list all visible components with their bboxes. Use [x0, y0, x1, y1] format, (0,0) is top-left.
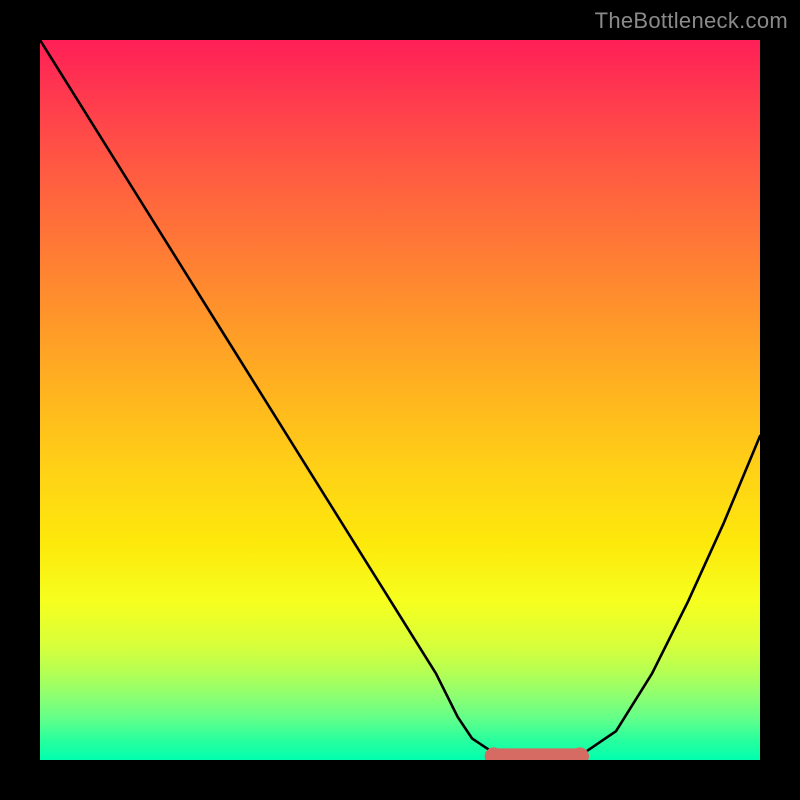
attribution-label: TheBottleneck.com: [595, 8, 788, 34]
bottleneck-curve: [40, 40, 760, 760]
chart-frame: TheBottleneck.com: [0, 0, 800, 800]
plot-area: [40, 40, 760, 760]
curve-line: [40, 40, 760, 760]
